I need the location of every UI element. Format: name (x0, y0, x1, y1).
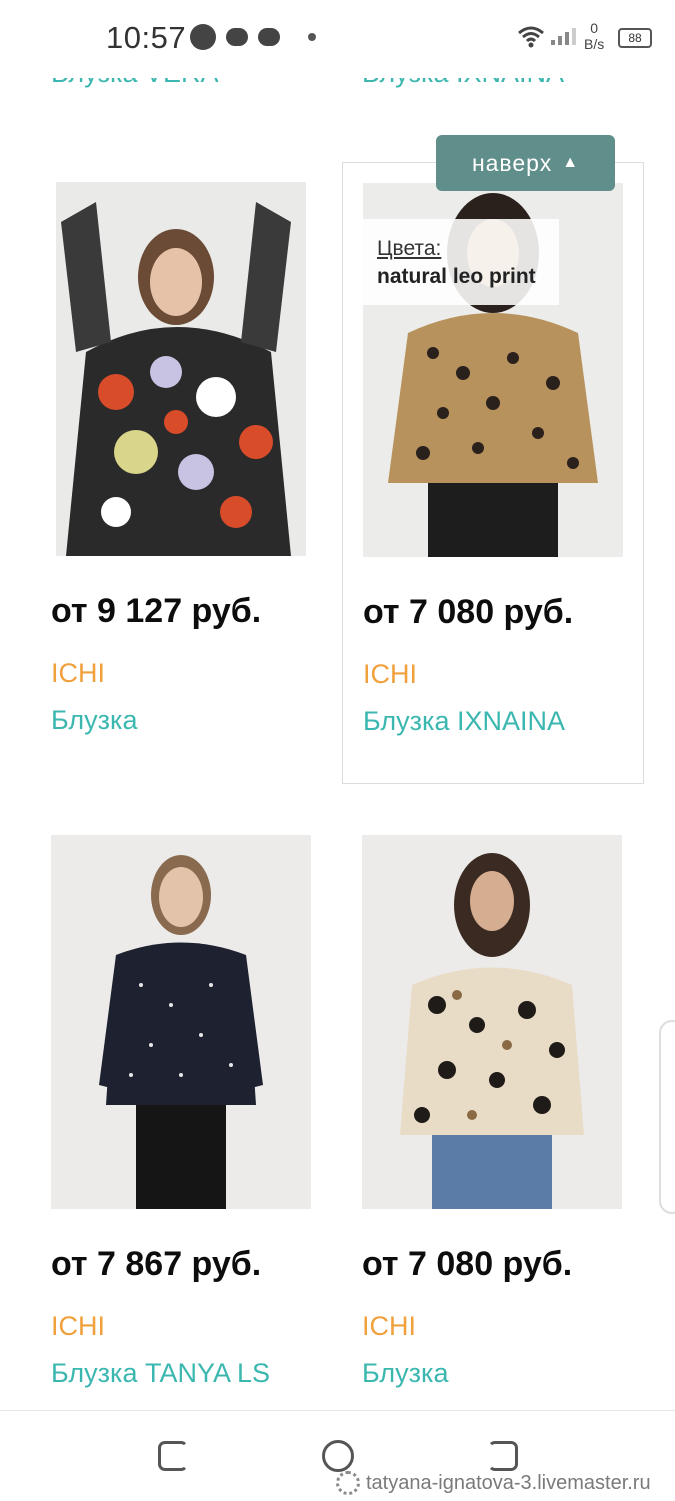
status-time: 10:57 (106, 20, 187, 55)
product-image[interactable] (362, 835, 622, 1209)
product-price: от 7 867 руб. (51, 1245, 262, 1283)
colors-label[interactable]: Цвета: (377, 237, 441, 261)
product-card[interactable]: от 7 080 руб. ICHI Блузка (342, 815, 642, 1435)
watermark-text: tatyana-ignatova-3.livemaster.ru (366, 1471, 651, 1494)
scroll-to-top-label: наверх (471, 149, 553, 176)
recent-apps-icon[interactable] (158, 1441, 188, 1471)
product-name[interactable]: Блузка IXNAINA (363, 706, 565, 737)
wifi-icon (518, 26, 544, 48)
product-brand[interactable]: ICHI (51, 658, 105, 689)
network-speed-unit: B/s (584, 36, 605, 52)
app-notification-icon (190, 24, 216, 50)
product-brand[interactable]: ICHI (363, 659, 417, 690)
signal-icon (551, 28, 576, 45)
product-name[interactable]: Блузка (51, 705, 137, 736)
network-speed: 0 B/s (584, 20, 604, 52)
status-bar: 10:57 0 B/s 88 (0, 0, 675, 78)
colors-popup: Цвета: natural leo print (363, 219, 559, 305)
livemaster-logo-icon (336, 1471, 360, 1495)
network-speed-value: 0 (590, 20, 599, 36)
product-brand[interactable]: ICHI (51, 1311, 105, 1342)
side-panel-handle[interactable] (659, 1020, 675, 1214)
product-price: от 9 127 руб. (51, 592, 262, 630)
system-navigation-bar: tatyana-ignatova-3.livemaster.ru (0, 1410, 675, 1501)
more-notifications-icon (308, 33, 316, 41)
back-icon[interactable] (488, 1441, 518, 1471)
chat-icon (258, 28, 280, 46)
product-name[interactable]: Блузка TANYA LS (51, 1358, 270, 1389)
product-price: от 7 080 руб. (362, 1245, 573, 1283)
product-card[interactable]: от 9 127 руб. ICHI Блузка (40, 162, 340, 782)
home-icon[interactable] (322, 1440, 354, 1472)
product-card[interactable]: от 7 867 руб. ICHI Блузка TANYA LS (40, 815, 340, 1435)
battery-icon: 88 (618, 28, 652, 48)
arrow-up-icon: ▲ (562, 154, 580, 171)
colors-value: natural leo print (377, 265, 536, 288)
product-image[interactable] (56, 182, 306, 556)
scroll-to-top-button[interactable]: наверх ▲ (436, 135, 615, 191)
message-icon (226, 28, 248, 46)
product-image[interactable] (51, 835, 311, 1209)
watermark: tatyana-ignatova-3.livemaster.ru (336, 1471, 651, 1495)
product-name[interactable]: Блузка (362, 1358, 448, 1389)
product-price: от 7 080 руб. (363, 593, 574, 631)
product-brand[interactable]: ICHI (362, 1311, 416, 1342)
